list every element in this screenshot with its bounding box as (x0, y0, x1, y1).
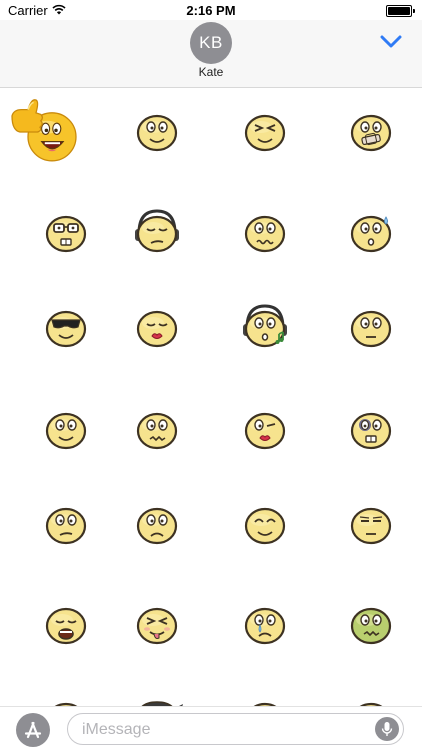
contact-name[interactable]: Kate (0, 65, 422, 79)
composer-bar (0, 706, 422, 751)
sticker-thinking-face-emoji[interactable] (117, 388, 197, 468)
sticker-ninja-emoji[interactable] (117, 678, 197, 706)
sticker-bruised-eye-emoji[interactable] (331, 388, 411, 468)
sticker-yelling-open-mouth-emoji[interactable] (26, 583, 106, 663)
sticker-worried-wavy-mouth-emoji[interactable] (225, 191, 305, 271)
status-bar: Carrier 2:16 PM (0, 0, 422, 20)
sticker-sweating-surprised-emoji[interactable] (331, 191, 411, 271)
app-store-icon (24, 721, 42, 739)
microphone-button[interactable] (375, 717, 399, 741)
message-input[interactable] (80, 719, 364, 741)
sticker-winking-lips-emoji[interactable] (225, 388, 305, 468)
app-store-button[interactable] (16, 713, 50, 747)
clock: 2:16 PM (186, 3, 236, 18)
chevron-down-icon[interactable] (379, 34, 403, 50)
sticker-bandaged-mouth-emoji[interactable] (331, 90, 411, 170)
conversation-header: KB Kate (0, 20, 422, 88)
sticker-surprised-face-emoji[interactable] (26, 388, 106, 468)
sticker-sunglasses-cool-emoji[interactable] (26, 286, 106, 366)
sticker-silly-tongue-emoji[interactable] (117, 583, 197, 663)
sticker-grid (0, 88, 422, 706)
avatar[interactable]: KB (190, 22, 232, 64)
sticker-shocked-face-emoji[interactable] (331, 678, 411, 706)
sticker-headphones-music-notes-emoji[interactable] (225, 286, 305, 366)
sticker-dizzy-face-emoji[interactable] (26, 678, 106, 706)
battery-icon (386, 5, 415, 17)
message-field[interactable] (67, 713, 404, 745)
sticker-thumbs-up-laughing-emoji[interactable] (4, 92, 100, 188)
sticker-confused-face-emoji[interactable] (26, 483, 106, 563)
sticker-kissing-lips-emoji[interactable] (117, 286, 197, 366)
sticker-smiling-emoji[interactable] (117, 90, 197, 170)
sticker-sick-green-emoji[interactable] (331, 583, 411, 663)
sticker-unamused-flat-emoji[interactable] (331, 483, 411, 563)
sticker-disappointed-face-emoji[interactable] (117, 483, 197, 563)
sticker-angry-squint-emoji[interactable] (225, 678, 305, 706)
sticker-crying-tear-emoji[interactable] (225, 583, 305, 663)
sticker-content-closed-eyes-emoji[interactable] (225, 483, 305, 563)
sticker-headphones-relaxed-emoji[interactable] (117, 191, 197, 271)
sticker-neutral-face-emoji[interactable] (331, 286, 411, 366)
sticker-squinting-grin-emoji[interactable] (225, 90, 305, 170)
sticker-nerd-glasses-emoji[interactable] (26, 191, 106, 271)
microphone-icon (381, 722, 393, 736)
